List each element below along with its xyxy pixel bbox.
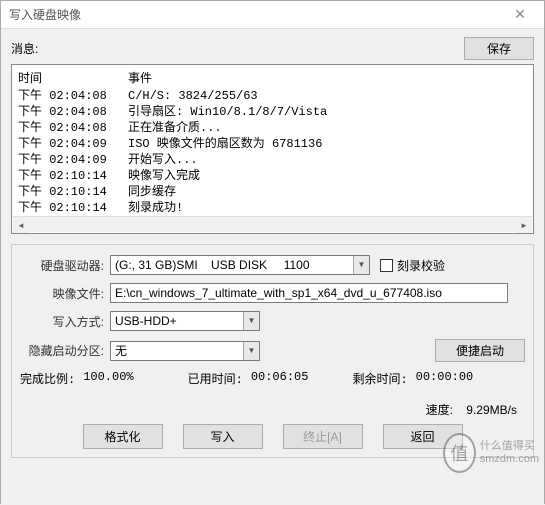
log-row[interactable]: 下午 02:04:08C/H/S: 3824/255/63	[14, 88, 531, 104]
log-time: 下午 02:04:08	[18, 104, 128, 120]
content-area: 消息: 保存 时间 事件 下午 02:04:08C/H/S: 3824/255/…	[1, 29, 544, 505]
write-mode-row: 写入方式: USB-HDD+ ▼	[20, 311, 525, 331]
verify-checkbox[interactable]: 刻录校验	[380, 257, 445, 274]
format-button[interactable]: 格式化	[83, 424, 163, 449]
bottom-button-row: 格式化 写入 终止[A] 返回	[20, 424, 525, 449]
window-title: 写入硬盘映像	[9, 6, 500, 23]
log-time: 下午 02:04:08	[18, 88, 128, 104]
drive-label: 硬盘驱动器:	[20, 257, 110, 274]
hidden-boot-row: 隐藏启动分区: 无 ▼ 便捷启动	[20, 339, 525, 362]
log-event: 映像写入完成	[128, 168, 527, 184]
col-header-time[interactable]: 时间	[18, 69, 128, 86]
log-time: 下午 02:04:08	[18, 120, 128, 136]
log-body: 下午 02:04:08C/H/S: 3824/255/63下午 02:04:08…	[14, 88, 531, 216]
status-row: 完成比例: 100.00% 已用时间: 00:06:05 剩余时间: 00:00…	[20, 370, 525, 387]
speed-row: 速度: 9.29MB/s	[20, 401, 525, 418]
speed-value: 9.29MB/s	[466, 403, 517, 417]
log-event: 引导扇区: Win10/8.1/8/7/Vista	[128, 104, 527, 120]
write-mode-value: USB-HDD+	[111, 314, 243, 328]
log-row[interactable]: 下午 02:04:09开始写入...	[14, 152, 531, 168]
log-row[interactable]: 下午 02:04:09ISO 映像文件的扇区数为 6781136	[14, 136, 531, 152]
drive-select[interactable]: (G:, 31 GB)SMI USB DISK 1100 ▼	[110, 255, 370, 275]
horizontal-scrollbar[interactable]: ◄ ►	[13, 216, 532, 232]
log-event: 开始写入...	[128, 152, 527, 168]
col-header-event[interactable]: 事件	[128, 69, 527, 86]
progress-value: 100.00%	[83, 370, 133, 387]
drive-value: (G:, 31 GB)SMI USB DISK 1100	[111, 258, 353, 272]
scroll-right-icon[interactable]: ►	[516, 217, 532, 233]
speed-label: 速度:	[426, 403, 453, 417]
dialog-window: 写入硬盘映像 ✕ 消息: 保存 时间 事件 下午 02:04:08C/H/S: …	[0, 0, 545, 504]
log-time: 下午 02:10:14	[18, 168, 128, 184]
message-row: 消息: 保存	[11, 37, 534, 60]
checkbox-icon	[380, 259, 393, 272]
elapsed-pair: 已用时间: 00:06:05	[188, 370, 309, 387]
log-time: 下午 02:04:09	[18, 152, 128, 168]
progress-pair: 完成比例: 100.00%	[20, 370, 134, 387]
image-label: 映像文件:	[20, 285, 110, 302]
quick-boot-button[interactable]: 便捷启动	[435, 339, 525, 362]
log-event: 同步缓存	[128, 184, 527, 200]
elapsed-label: 已用时间:	[188, 370, 243, 387]
log-event: ISO 映像文件的扇区数为 6781136	[128, 136, 527, 152]
log-listbox[interactable]: 时间 事件 下午 02:04:08C/H/S: 3824/255/63下午 02…	[11, 64, 534, 234]
close-icon: ✕	[514, 6, 526, 23]
image-path-input[interactable]	[110, 283, 508, 303]
progress-label: 完成比例:	[20, 370, 75, 387]
scroll-track[interactable]	[29, 217, 516, 232]
log-header: 时间 事件	[14, 67, 531, 88]
image-row: 映像文件:	[20, 283, 525, 303]
hidden-boot-value: 无	[111, 342, 243, 359]
close-button[interactable]: ✕	[500, 4, 540, 26]
back-button[interactable]: 返回	[383, 424, 463, 449]
log-row[interactable]: 下午 02:10:14映像写入完成	[14, 168, 531, 184]
save-button[interactable]: 保存	[464, 37, 534, 60]
chevron-down-icon: ▼	[243, 342, 259, 360]
log-time: 下午 02:04:09	[18, 136, 128, 152]
chevron-down-icon: ▼	[243, 312, 259, 330]
hidden-boot-label: 隐藏启动分区:	[20, 342, 110, 359]
log-event: 正在准备介质...	[128, 120, 527, 136]
options-panel: 硬盘驱动器: (G:, 31 GB)SMI USB DISK 1100 ▼ 刻录…	[11, 244, 534, 458]
write-button[interactable]: 写入	[183, 424, 263, 449]
log-row[interactable]: 下午 02:04:08引导扇区: Win10/8.1/8/7/Vista	[14, 104, 531, 120]
titlebar: 写入硬盘映像 ✕	[1, 1, 544, 29]
abort-button: 终止[A]	[283, 424, 363, 449]
log-row[interactable]: 下午 02:10:14同步缓存	[14, 184, 531, 200]
log-event: 刻录成功!	[128, 200, 527, 216]
log-row[interactable]: 下午 02:10:14刻录成功!	[14, 200, 531, 216]
hidden-boot-select[interactable]: 无 ▼	[110, 341, 260, 361]
verify-label: 刻录校验	[397, 257, 445, 274]
write-mode-select[interactable]: USB-HDD+ ▼	[110, 311, 260, 331]
message-label: 消息:	[11, 40, 464, 57]
scroll-left-icon[interactable]: ◄	[13, 217, 29, 233]
elapsed-value: 00:06:05	[251, 370, 309, 387]
log-event: C/H/S: 3824/255/63	[128, 88, 527, 104]
remain-value: 00:00:00	[416, 370, 474, 387]
log-time: 下午 02:10:14	[18, 184, 128, 200]
log-row[interactable]: 下午 02:04:08正在准备介质...	[14, 120, 531, 136]
write-mode-label: 写入方式:	[20, 313, 110, 330]
chevron-down-icon: ▼	[353, 256, 369, 274]
log-time: 下午 02:10:14	[18, 200, 128, 216]
remain-label: 剩余时间:	[352, 370, 407, 387]
remain-pair: 剩余时间: 00:00:00	[352, 370, 473, 387]
drive-row: 硬盘驱动器: (G:, 31 GB)SMI USB DISK 1100 ▼ 刻录…	[20, 255, 525, 275]
